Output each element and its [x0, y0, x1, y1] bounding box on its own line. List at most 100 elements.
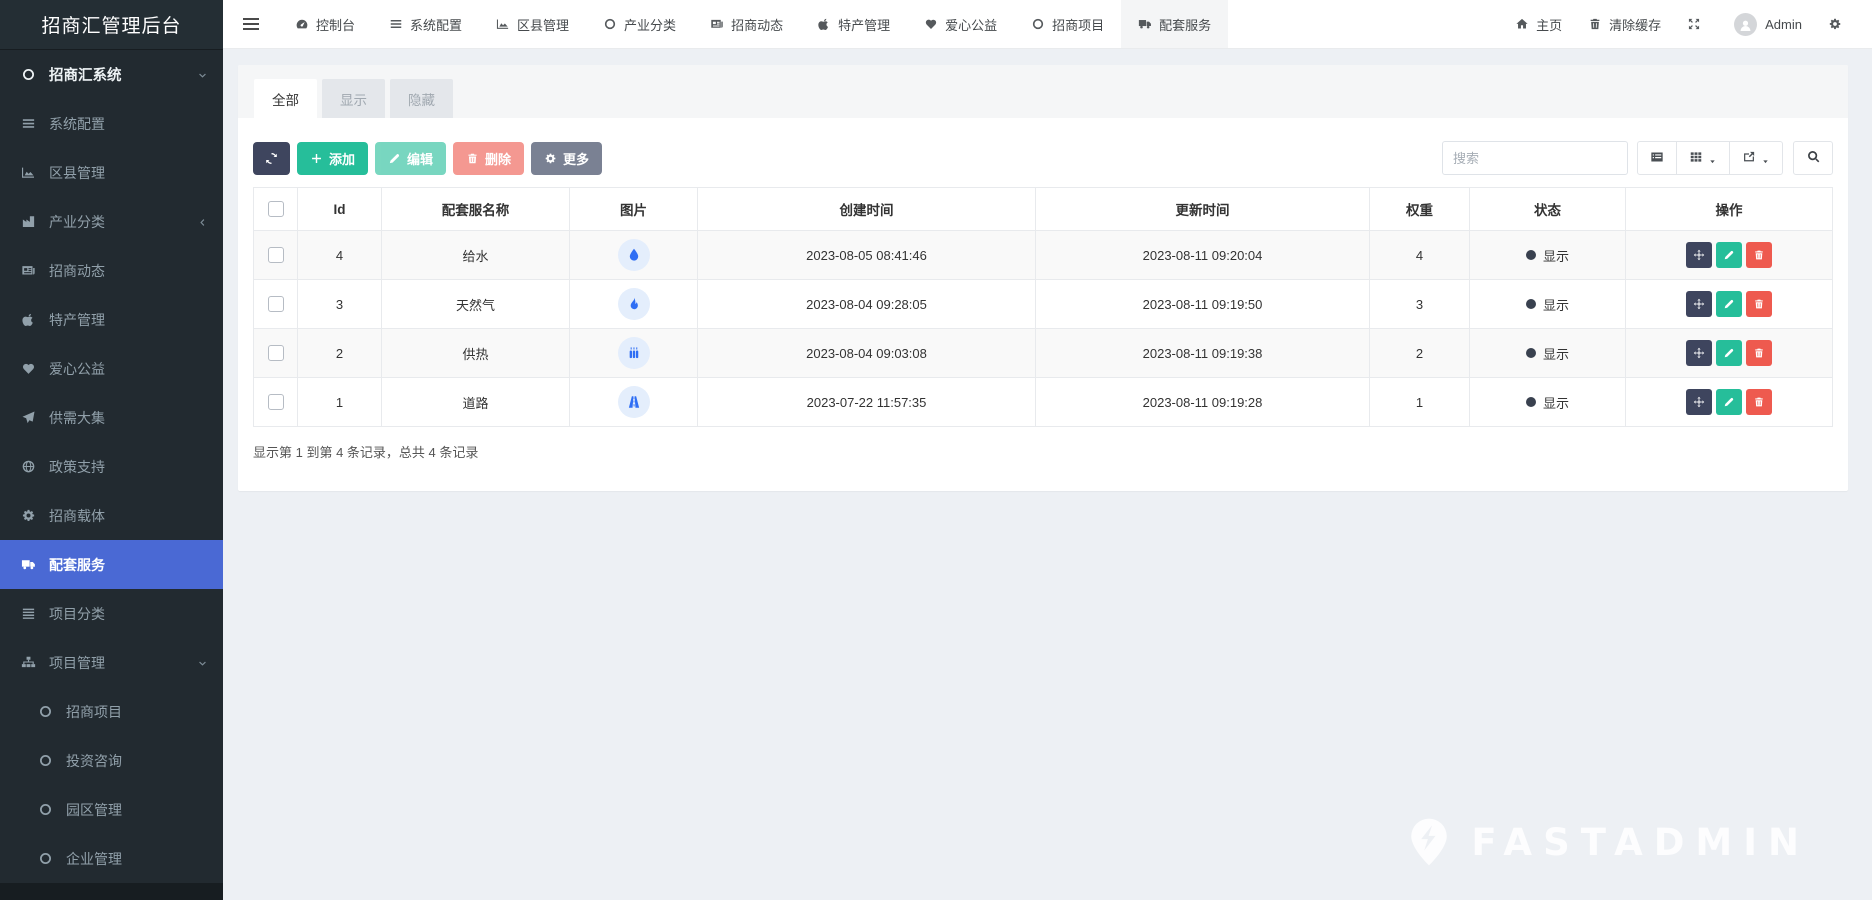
nav-item[interactable]: 控制台 [278, 0, 372, 48]
sidebar-item[interactable]: 招商项目 [0, 687, 223, 736]
username: Admin [1765, 17, 1802, 32]
data-panel: 全部显示隐藏 添加编辑删除更多 [238, 65, 1848, 491]
drop-icon[interactable] [618, 239, 650, 271]
delete-button[interactable] [1746, 389, 1772, 415]
delete-button[interactable]: 删除 [453, 142, 524, 175]
table-row: 4给水2023-08-05 08:41:462023-08-11 09:20:0… [254, 231, 1833, 280]
row-checkbox[interactable] [268, 394, 284, 410]
row-checkbox[interactable] [268, 345, 284, 361]
radiator-icon[interactable] [618, 337, 650, 369]
flame-icon[interactable] [618, 288, 650, 320]
sidebar-item[interactable]: 配套服务 [0, 540, 223, 589]
industry-icon [21, 214, 39, 229]
filter-tab[interactable]: 隐藏 [390, 79, 453, 118]
button-label: 删除 [485, 149, 511, 168]
sidebar-item[interactable]: 项目管理 [0, 638, 223, 687]
edit-button[interactable] [1716, 242, 1742, 268]
sidebar-item[interactable]: 产业分类 [0, 197, 223, 246]
more-button[interactable]: 更多 [531, 142, 602, 175]
sidebar-item[interactable]: 区县管理 [0, 148, 223, 197]
nav-item[interactable]: 配套服务 [1121, 0, 1228, 48]
filter-tab[interactable]: 全部 [254, 79, 317, 118]
sidebar-item[interactable]: 政策支持 [0, 442, 223, 491]
edit-button[interactable]: 编辑 [375, 142, 446, 175]
user-menu[interactable]: Admin [1721, 0, 1815, 48]
sidebar-item[interactable]: 爱心公益 [0, 344, 223, 393]
nav-item[interactable]: 爱心公益 [907, 0, 1014, 48]
top-navbar: 控制台系统配置区县管理产业分类招商动态 特产管理爱心公益招商项目 配套服务 主页清除… [223, 0, 1872, 49]
sidebar-item-label: 政策支持 [49, 457, 209, 477]
home-icon [1515, 17, 1530, 31]
globe-icon [21, 459, 39, 474]
chart-area-icon [21, 165, 39, 180]
sidebar-item-label: 招商项目 [66, 702, 209, 722]
sidebar-item-label: 系统配置 [49, 114, 209, 134]
navbar-right: 主页清除缓存 Admin [1502, 0, 1872, 48]
panel-body: 添加编辑删除更多 Id配套服名称图片创建时间更新时间权重状态操作 [238, 118, 1848, 491]
status-badge[interactable]: 显示 [1526, 295, 1569, 314]
drag-button[interactable] [1686, 242, 1712, 268]
expand-button[interactable] [1674, 0, 1721, 48]
search-input[interactable] [1442, 141, 1628, 175]
sidebar-brand[interactable]: 招商汇管理后台 [0, 0, 223, 50]
detail-view-button[interactable] [1637, 141, 1677, 175]
nav-item[interactable]: 区县管理 [479, 0, 586, 48]
nav-item[interactable]: 系统配置 [372, 0, 479, 48]
status-badge[interactable]: 显示 [1526, 246, 1569, 265]
drag-button[interactable] [1686, 291, 1712, 317]
sidebar-item[interactable]: 招商汇系统 [0, 50, 223, 99]
cell-weight: 4 [1370, 231, 1470, 280]
cell-weight: 2 [1370, 329, 1470, 378]
cogs-button[interactable] [1815, 0, 1862, 48]
sidebar-toggle-icon[interactable] [223, 0, 278, 48]
delete-button[interactable] [1746, 291, 1772, 317]
cell-updated: 2023-08-11 09:19:28 [1036, 378, 1370, 427]
sidebar-item-label: 企业管理 [66, 849, 209, 869]
row-checkbox[interactable] [268, 247, 284, 263]
sidebar-item[interactable]: 系统配置 [0, 99, 223, 148]
cell-created: 2023-07-22 11:57:35 [698, 378, 1036, 427]
nav-item-label: 配套服务 [1159, 15, 1211, 34]
nav-item[interactable]: 招商项目 [1014, 0, 1121, 48]
nav-item-label: 特产管理 [838, 15, 890, 34]
drag-button[interactable] [1686, 389, 1712, 415]
cell-created: 2023-08-04 09:03:08 [698, 329, 1036, 378]
sidebar-item[interactable]: 企业管理 [0, 834, 223, 883]
nav-link[interactable]: 主页 [1502, 0, 1575, 48]
sidebar-item[interactable]: 特产管理 [0, 295, 223, 344]
search-button[interactable] [1793, 141, 1833, 175]
edit-button[interactable] [1716, 389, 1742, 415]
status-label: 显示 [1543, 295, 1569, 314]
column-header: 权重 [1370, 188, 1470, 231]
status-badge[interactable]: 显示 [1526, 344, 1569, 363]
filter-tab[interactable]: 显示 [322, 79, 385, 118]
delete-button[interactable] [1746, 242, 1772, 268]
nav-link[interactable]: 清除缓存 [1575, 0, 1674, 48]
th-list-icon [21, 606, 39, 621]
toolbar: 添加编辑 删除 更多 [253, 141, 1833, 175]
drag-button[interactable] [1686, 340, 1712, 366]
status-dot-icon [1526, 299, 1536, 309]
status-badge[interactable]: 显示 [1526, 393, 1569, 412]
add-button[interactable]: 添加 [297, 142, 368, 175]
export-button[interactable] [1730, 141, 1783, 175]
road-icon[interactable] [618, 386, 650, 418]
sidebar-item[interactable]: 园区管理 [0, 785, 223, 834]
nav-item[interactable]: 特产管理 [800, 0, 907, 48]
columns-button[interactable] [1677, 141, 1730, 175]
row-checkbox[interactable] [268, 296, 284, 312]
edit-button[interactable] [1716, 340, 1742, 366]
delete-button[interactable] [1746, 340, 1772, 366]
status-label: 显示 [1543, 344, 1569, 363]
sidebar-item[interactable]: 项目分类 [0, 589, 223, 638]
bars-icon [21, 116, 39, 131]
sidebar-item[interactable]: 供需大集 [0, 393, 223, 442]
select-all-checkbox[interactable] [268, 201, 284, 217]
sidebar-item[interactable]: 招商动态 [0, 246, 223, 295]
sidebar-item[interactable]: 招商载体 [0, 491, 223, 540]
nav-item[interactable]: 招商动态 [693, 0, 800, 48]
sidebar-item[interactable]: 投资咨询 [0, 736, 223, 785]
refresh-button[interactable] [253, 142, 290, 175]
edit-button[interactable] [1716, 291, 1742, 317]
nav-item[interactable]: 产业分类 [586, 0, 693, 48]
